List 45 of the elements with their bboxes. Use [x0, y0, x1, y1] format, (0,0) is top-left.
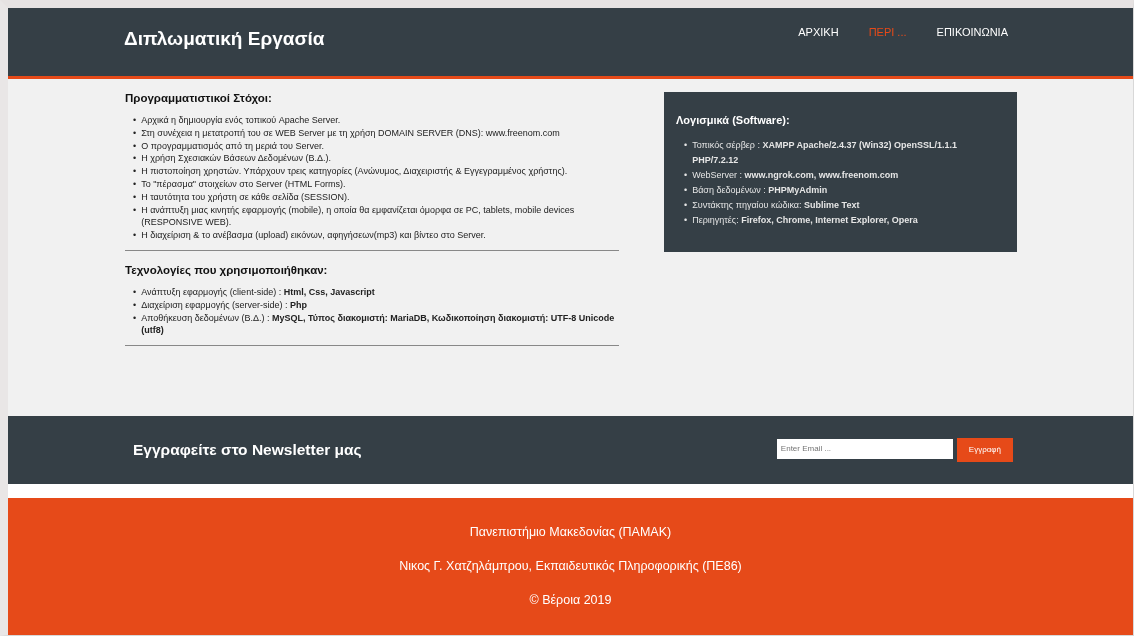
list-bullet: •	[133, 114, 137, 127]
list-item: Βάση δεδομένων : PHPMyAdmin	[692, 184, 828, 197]
list-bullet: •	[133, 165, 137, 178]
newsletter-title: Εγγραφείτε στο Newsletter μας	[133, 441, 362, 459]
email-field[interactable]: Enter Email ...	[776, 438, 953, 459]
list-bullet: •	[133, 178, 137, 191]
list-item: Η διαχείριση & το ανέβασμα (upload) εικόνων, αφηγήσεων(mp3) και βίντεο στο Server.	[141, 229, 486, 242]
list-item: Ο προγραμματισμός από τη μεριά του Server.	[141, 139, 324, 153]
list-item: Διαχείριση εφαρμογής (server-side) : Php	[141, 298, 307, 312]
list-bullet: •	[684, 139, 688, 152]
list-bullet: •	[684, 214, 688, 227]
list-item: Συντάκτης πηγαίου κώδικα: Sublime Text	[692, 199, 860, 212]
list-bullet: •	[684, 199, 688, 212]
list-bullet: •	[133, 190, 137, 204]
list-item: Στη συνέχεια η μετατροπή του σε WEB Server με τη χρήση DOMAIN SERVER (DNS): www.freenom.com	[141, 126, 560, 140]
list-item: Το "πέρασμα" στοιχείων στο Server (HTML Forms).	[141, 178, 346, 191]
list-bullet: •	[133, 285, 137, 299]
list-item: Περιηγητές: Firefox, Chrome, Internet Explorer, Opera	[692, 214, 918, 227]
list-bullet: •	[684, 169, 688, 182]
list-bullet: •	[133, 298, 137, 312]
panel-heading: Λογισμικά (Software):	[676, 114, 791, 126]
nav-link[interactable]: ΑΡΧΙΚΗ	[798, 26, 839, 38]
list-item: Αποθήκευση δεδομένων (Β.Δ.) : MySQL, Τύπος διακομιστή: MariaDB, Κωδικοποίηση διακομιστή: UTF-8 Unicode (utf8)	[141, 311, 616, 338]
subscribe-button[interactable]: Εγγραφή	[956, 437, 1013, 462]
site-title: Διπλωματική Εργασία	[124, 28, 325, 50]
list-bullet: •	[133, 126, 137, 140]
list-item: Η χρήση Σχεσιακών Βάσεων Δεδομένων (Β.Δ.).	[141, 152, 332, 166]
list-bullet: •	[133, 229, 137, 242]
nav-link[interactable]: ΕΠΙΚΟΙΝΩΝΙΑ	[936, 26, 1008, 38]
section-heading: Προγραμματιστικοί Στόχοι:	[125, 92, 273, 104]
list-bullet: •	[133, 152, 137, 166]
footer-text: Πανεπιστήμιο Μακεδονίας (ΠΑΜΑΚ)	[469, 525, 672, 539]
footer-text: © Βέροια 2019	[529, 593, 612, 607]
list-item: WebServer : www.ngrok.com, www.freenom.com	[692, 169, 899, 182]
list-bullet: •	[133, 203, 137, 217]
section-heading: Τεχνολογίες που χρησιμοποιήθηκαν:	[125, 263, 329, 276]
footer-text: Νικος Γ. Χατζηλάμπρου, Εκπαιδευτικός Πληροφορικής (ΠΕ86)	[399, 559, 742, 573]
list-bullet: •	[684, 184, 688, 197]
list-item: Η πιστοποίηση χρηστών. Υπάρχουν τρεις κατηγορίες (Ανώνυμος, Διαχειριστής & Εγγεγραμμένος χρήστης).	[141, 165, 568, 178]
list-item: Ανάπτυξη εφαρμογής (client-side) : Html, Css, Javascript	[141, 285, 375, 299]
list-bullet: •	[133, 311, 137, 325]
list-item: Αρχικά η δημιουργία ενός τοπικού Apache Server.	[141, 114, 341, 127]
list-bullet: •	[133, 139, 137, 153]
list-item: Η ταυτότητα του χρήστη σε κάθε σελίδα (SESSION).	[141, 190, 350, 204]
list-item: Η ανάπτυξη μιας κινητής εφαρμογής (mobile), η οποία θα εμφανίζεται όμορφα σε PC, tablets, mobile devices (RESPONSIVE WEB).	[141, 203, 576, 230]
